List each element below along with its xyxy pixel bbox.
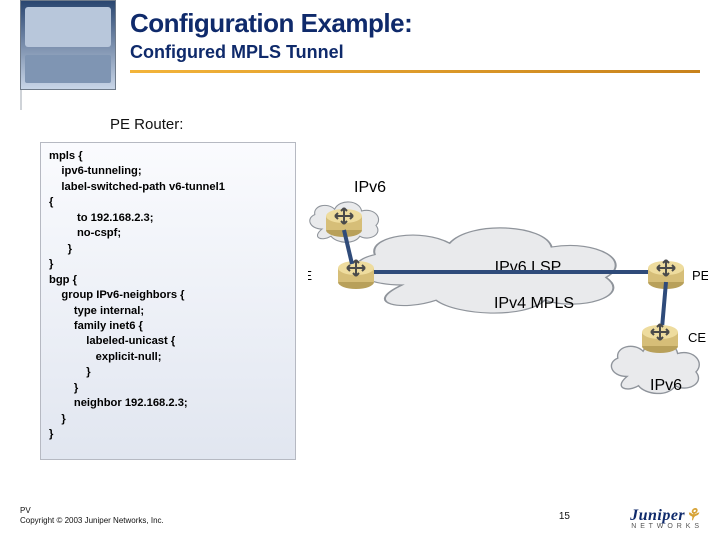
ce-router-bottom	[642, 324, 678, 353]
slide-number: 15	[559, 511, 570, 522]
network-diagram: IPv6 CE IPv6 LSP IPv4 MPLS PE PE CE IPv6	[308, 142, 708, 472]
label-ipv6-top: IPv6	[354, 179, 386, 196]
slide-title: Configuration Example:	[130, 8, 704, 39]
label-ce-bottom: CE	[688, 330, 706, 345]
title-divider	[130, 70, 700, 73]
config-text: mpls { ipv6-tunneling; label-switched-pa…	[49, 149, 287, 443]
section-label: PE Router:	[110, 116, 183, 133]
label-mpls: IPv4 MPLS	[494, 295, 574, 312]
footer-copyright: Copyright © 2003 Juniper Networks, Inc.	[20, 516, 164, 525]
brand-sub: N E T W O R K S	[580, 523, 700, 530]
config-box: mpls { ipv6-tunneling; label-switched-pa…	[40, 142, 296, 460]
juniper-logo: Juniper⚘ N E T W O R K S	[580, 505, 700, 530]
pe-router-left	[338, 260, 374, 289]
brand-icon: ⚘	[685, 507, 700, 524]
link-pe2-ce2	[662, 282, 666, 328]
footer-pv: PV	[20, 506, 31, 515]
brand-main: Juniper	[630, 507, 685, 524]
label-pe-left: PE	[308, 268, 312, 283]
slide-subtitle: Configured MPLS Tunnel	[130, 42, 704, 63]
label-ipv6-bottom: IPv6	[650, 377, 682, 394]
label-pe-right: PE	[692, 268, 708, 283]
footer-left: PV Copyright © 2003 Juniper Networks, In…	[20, 506, 164, 526]
header-vline	[20, 90, 22, 110]
header-photo	[20, 0, 116, 90]
